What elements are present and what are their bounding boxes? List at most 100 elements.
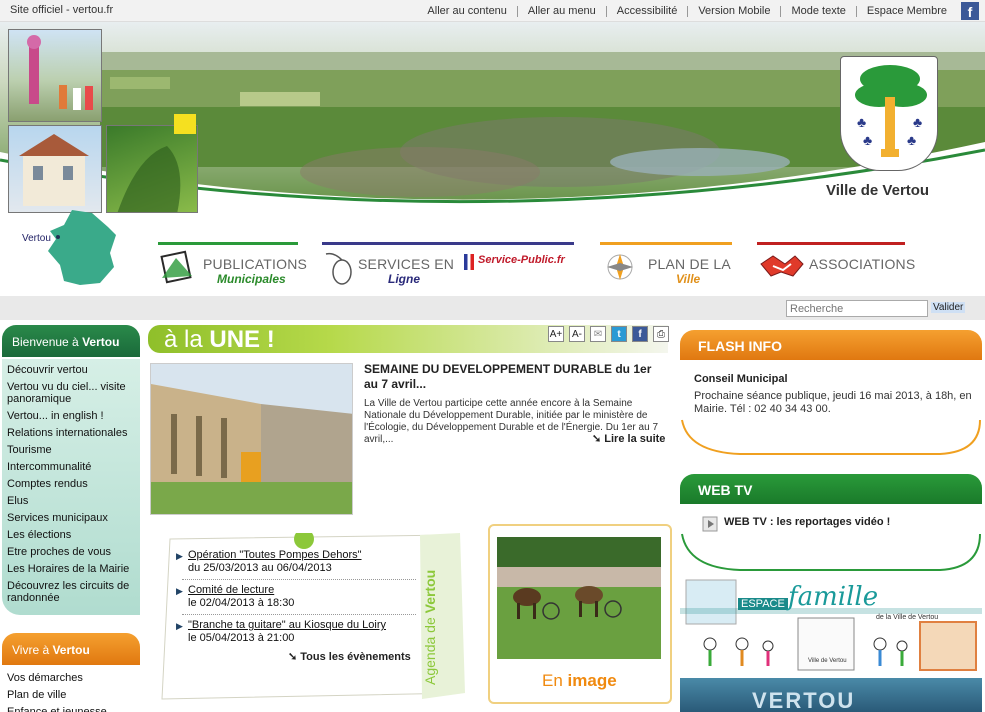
menu-item[interactable]: Les élections [2, 527, 140, 544]
handshake-icon [760, 255, 804, 277]
vivre-header: Vivre à Vertou [2, 633, 140, 665]
bullet-icon: ▶ [176, 551, 183, 561]
menu-item[interactable]: Vertou... in english ! [2, 408, 140, 425]
agenda-label-bold: Vertou [422, 569, 438, 614]
print-icon[interactable]: ⎙ [653, 326, 669, 342]
image-label[interactable]: En image [542, 671, 617, 691]
nav-services[interactable]: SERVICES EN Ligne Service-Public.fr [322, 242, 574, 286]
link-espace-membre[interactable]: Espace Membre [857, 5, 957, 17]
france-map-icon [48, 210, 116, 285]
image-label-prefix: En [542, 671, 568, 690]
event-title[interactable]: Opération "Toutes Pompes Dehors" [188, 549, 413, 562]
flash-news-text: Prochaine séance publique, jeudi 16 mai … [694, 390, 972, 415]
vertou-promo[interactable]: VERTOU [680, 678, 982, 712]
menu-item[interactable]: Plan de ville [2, 687, 140, 704]
vivre-prefix: Vivre à [12, 643, 53, 657]
link-accessibilite[interactable]: Accessibilité [607, 5, 689, 17]
nav-bar [158, 242, 298, 245]
facebook-icon[interactable]: f [961, 2, 979, 20]
email-icon[interactable]: ✉ [590, 326, 606, 342]
tree-icon: ♣ ♣ ♣ ♣ [855, 65, 927, 157]
font-decrease-icon[interactable]: A- [569, 326, 585, 342]
menu-item[interactable]: Elus [2, 493, 140, 510]
article-image[interactable] [150, 363, 353, 515]
link-aller-menu[interactable]: Aller au menu [518, 5, 607, 17]
compass-icon [607, 254, 633, 280]
nav-publications[interactable]: PUBLICATIONS Municipales [158, 242, 307, 286]
menu-item[interactable]: Etre proches de vous [2, 544, 140, 561]
facebook-share-icon[interactable]: f [632, 326, 648, 342]
event-title[interactable]: Comité de lecture [188, 584, 413, 597]
nav-publications-line1: PUBLICATIONS [203, 256, 308, 272]
svg-text:♣: ♣ [863, 132, 872, 148]
svg-text:♣: ♣ [907, 132, 916, 148]
webtv-link[interactable]: WEB TV : les reportages vidéo ! [724, 516, 890, 528]
image-label-bold: image [567, 671, 617, 690]
service-public-logo[interactable]: Service-Public.fr [464, 252, 570, 274]
read-more-link[interactable]: ➘ Lire la suite [592, 432, 665, 445]
map-label: Vertou [22, 233, 51, 244]
document-icon [160, 250, 192, 284]
yellow-flag [174, 114, 196, 134]
agenda-event[interactable]: Opération "Toutes Pompes Dehors" du 25/0… [188, 549, 413, 575]
nav-services-line2: Ligne [388, 272, 420, 286]
flash-news-title[interactable]: Conseil Municipal [694, 373, 788, 385]
menu-item[interactable]: Intercommunalité [2, 459, 140, 476]
menu-item[interactable]: Comptes rendus [2, 476, 140, 493]
divider [182, 579, 416, 580]
nav-associations[interactable]: ASSOCIATIONS [757, 242, 915, 286]
nav-bar [600, 242, 732, 245]
top-bar: Site officiel - vertou.fr Aller au conte… [0, 0, 985, 22]
menu-item[interactable]: Vos démarches [2, 670, 140, 687]
bienvenue-header: Bienvenue à Vertou [2, 325, 140, 357]
search-input[interactable] [786, 300, 928, 317]
nav-bar [322, 242, 574, 245]
flash-info-header: FLASH INFO [680, 330, 982, 360]
webtv-header: WEB TV [680, 474, 982, 504]
twitter-icon[interactable]: t [611, 326, 627, 342]
nav-services-line1: SERVICES EN [358, 256, 455, 272]
nav-publications-line2: Municipales [217, 272, 286, 286]
menu-item[interactable]: Découvrez les circuits de randonnée [2, 578, 140, 607]
menu-item[interactable]: Relations internationales [2, 425, 140, 442]
all-events-link[interactable]: ➘ Tous les évènements [288, 650, 411, 663]
bullet-icon: ▶ [176, 586, 183, 596]
une-title-bold: UNE ! [209, 326, 275, 353]
menu-item[interactable]: Vertou vu du ciel... visite panoramique [2, 379, 140, 408]
horse-race-photo [497, 537, 661, 659]
bienvenue-name: Vertou [82, 335, 120, 349]
banner-photo-building [8, 125, 102, 213]
menu-item[interactable]: Services municipaux [2, 510, 140, 527]
famille-card-label: Ville de Vertou [808, 658, 847, 664]
event-title[interactable]: "Branche ta guitare" au Kiosque du Loiry [188, 619, 413, 632]
espace-famille-banner[interactable]: ESPACE famille de la Ville de Vertou Vil… [680, 578, 982, 676]
svg-text:♣: ♣ [913, 114, 922, 130]
nav-bar [757, 242, 905, 245]
article-title[interactable]: SEMAINE DU DEVELOPPEMENT DURABLE du 1er … [364, 362, 660, 392]
mouse-icon [325, 252, 352, 285]
agenda-label-light: Agenda de [422, 613, 438, 685]
read-more-label: Lire la suite [604, 433, 666, 445]
bienvenue-prefix: Bienvenue à [12, 335, 83, 349]
vivre-menu: Vos démarches Plan de ville Enfance et j… [2, 667, 140, 712]
link-aller-contenu[interactable]: Aller au contenu [417, 5, 518, 17]
webtv-title: WEB TV [698, 482, 753, 498]
france-map[interactable]: Vertou [20, 205, 130, 290]
menu-item[interactable]: Les Horaires de la Mairie [2, 561, 140, 578]
menu-item[interactable]: Découvrir vertou [2, 362, 140, 379]
link-version-mobile[interactable]: Version Mobile [688, 5, 782, 17]
une-title-light: à la [164, 326, 210, 353]
bullet-icon: ▶ [176, 621, 183, 631]
menu-item[interactable]: Enfance et jeunesse [2, 704, 140, 712]
agenda-event[interactable]: Comité de lecture le 02/04/2013 à 18:30 [188, 584, 413, 610]
webtv-link-label: WEB TV : les reportages vidéo ! [724, 516, 891, 528]
vivre-name: Vertou [52, 643, 90, 657]
link-mode-texte[interactable]: Mode texte [781, 5, 857, 17]
top-links: Aller au contenu Aller au menu Accessibi… [417, 0, 979, 22]
webtv-frame [681, 533, 981, 571]
font-increase-icon[interactable]: A+ [548, 326, 564, 342]
menu-item[interactable]: Tourisme [2, 442, 140, 459]
search-submit-button[interactable]: Valider [931, 302, 966, 313]
agenda-event[interactable]: "Branche ta guitare" au Kiosque du Loiry… [188, 619, 413, 645]
nav-plan[interactable]: PLAN DE LA Ville [600, 242, 732, 286]
